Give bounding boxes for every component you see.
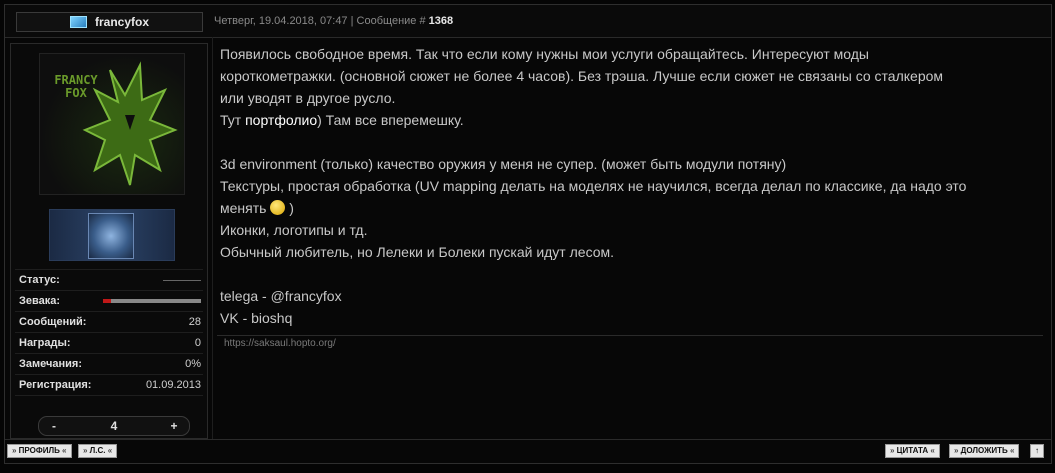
signature: https://saksaul.hopto.org/ — [224, 338, 336, 349]
forum-post: francyfox Четверг, 19.04.2018, 07:47 | С… — [4, 4, 1052, 464]
portfolio-link[interactable]: портфолио — [245, 112, 317, 128]
message-label: Сообщение # — [356, 15, 429, 27]
stat-awards: Награды: 0 — [15, 333, 203, 354]
quote-button[interactable]: » ЦИТАТА « — [885, 444, 940, 458]
post-header: francyfox Четверг, 19.04.2018, 07:47 | С… — [5, 5, 1051, 38]
pm-button[interactable]: » Л.С. « — [78, 444, 118, 458]
author-nick-box[interactable]: francyfox — [16, 12, 203, 32]
stat-warnings: Замечания: 0% — [15, 354, 203, 375]
avatar: FRANCY FOX — [39, 53, 185, 195]
activity-bar-fill — [103, 299, 111, 303]
meta-separator: | — [347, 15, 357, 27]
rank-emblem-icon — [88, 213, 134, 259]
reputation-control: - 4 + — [38, 416, 190, 436]
online-status-icon — [69, 16, 87, 28]
post-date: Четверг, 19.04.2018, 07:47 — [214, 15, 348, 27]
stat-group: Зевака: — [15, 291, 203, 312]
post-footer: » ПРОФИЛЬ « » Л.С. « » ЦИТАТА « » ДОЛОЖИ… — [5, 439, 1051, 463]
wolf-icon — [82, 61, 178, 186]
reputation-value: 4 — [110, 419, 118, 433]
scroll-up-button[interactable]: ↑ — [1030, 444, 1044, 458]
author-sidebar: FRANCY FOX Статус: Зевака: Сообщений: 28 — [10, 43, 208, 439]
message-number[interactable]: 1368 — [429, 15, 453, 27]
signature-divider — [217, 335, 1043, 336]
rank-badge — [49, 209, 175, 261]
post-body: Появилось свободное время. Так что если … — [220, 46, 967, 326]
profile-button[interactable]: » ПРОФИЛЬ « — [7, 444, 72, 458]
stat-status: Статус: — [15, 269, 203, 291]
stat-registration: Регистрация: 01.09.2013 — [15, 375, 203, 396]
column-divider — [212, 37, 213, 439]
status-value-line — [163, 279, 201, 281]
reputation-minus-button[interactable]: - — [39, 419, 69, 433]
reputation-plus-button[interactable]: + — [159, 419, 189, 433]
report-button[interactable]: » ДОЛОЖИТЬ « — [949, 444, 1020, 458]
post-meta: Четверг, 19.04.2018, 07:47 | Сообщение #… — [214, 15, 453, 27]
stat-messages: Сообщений: 28 — [15, 312, 203, 333]
activity-bar — [103, 299, 201, 303]
author-name[interactable]: francyfox — [95, 15, 149, 29]
profile-stats: Статус: Зевака: Сообщений: 28 Награды: 0… — [15, 269, 203, 396]
sad-smiley-icon — [270, 200, 286, 215]
